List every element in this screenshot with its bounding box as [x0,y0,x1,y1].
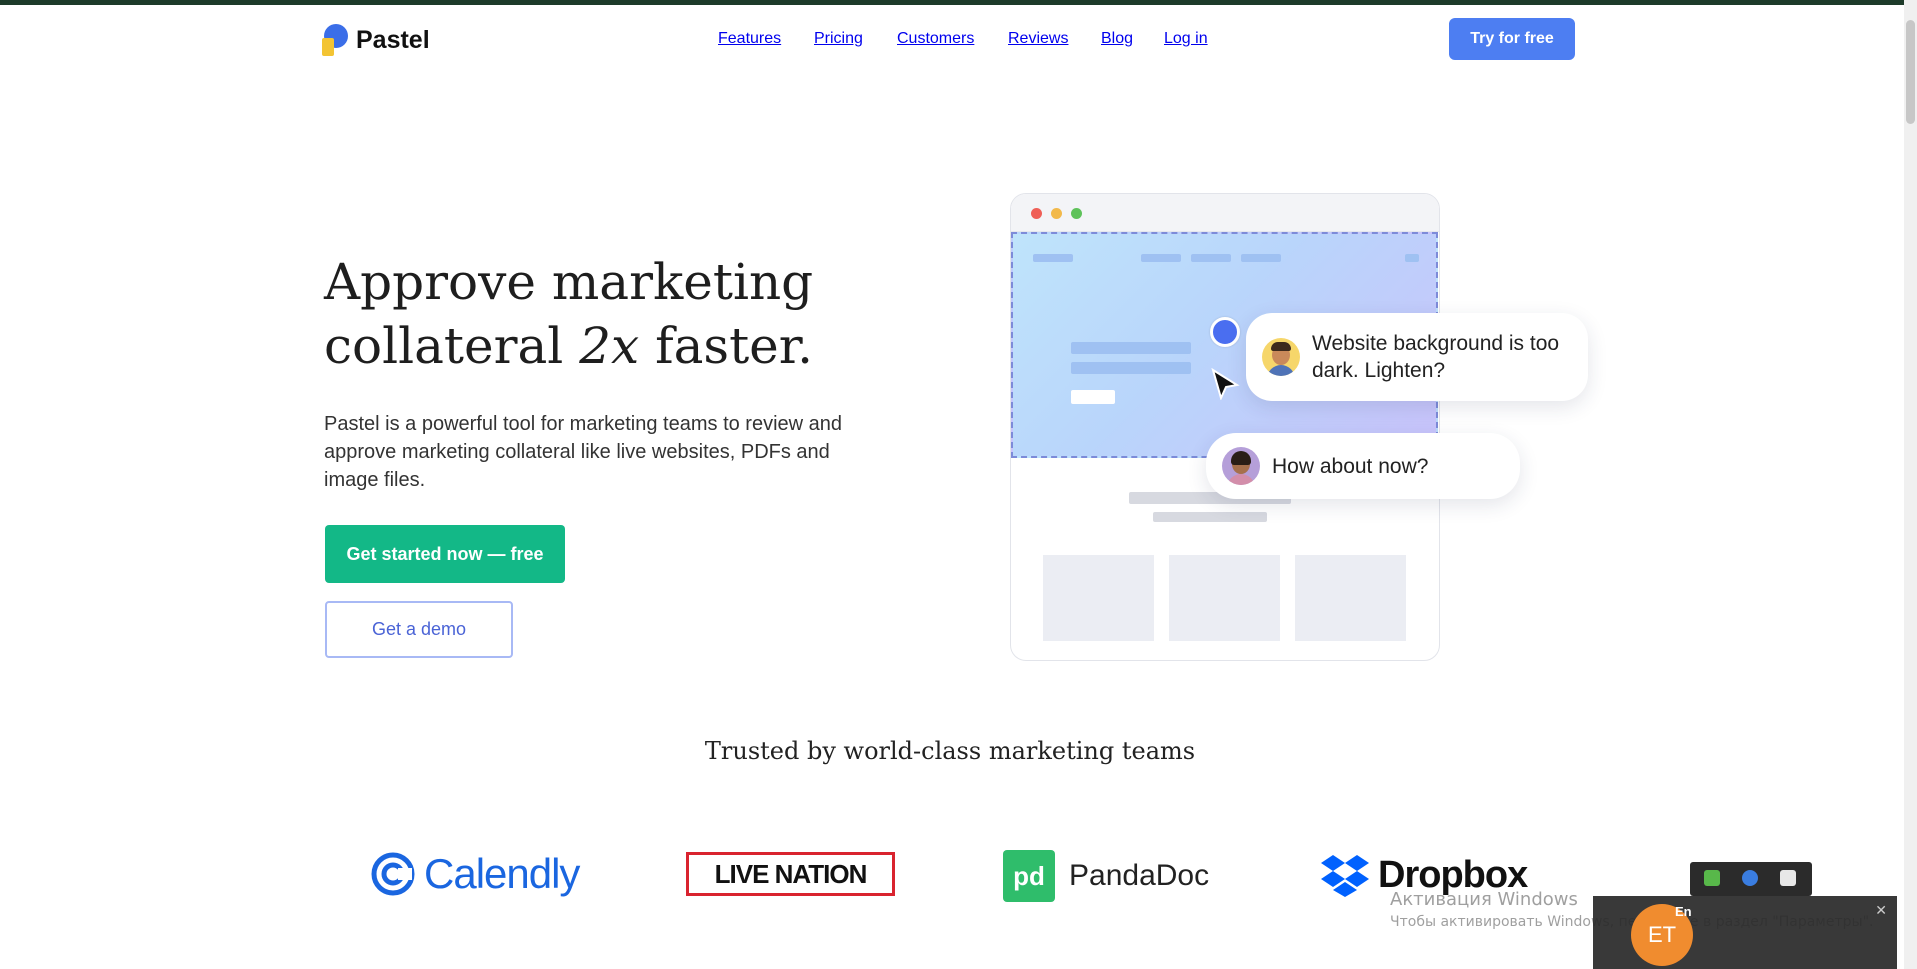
comment-reply-bubble: How about now? [1206,433,1520,499]
comment-bubble: Website background is too dark. Lighten? [1246,313,1588,401]
hero-title-line2-pre: collateral [324,317,580,375]
cursor-icon [1210,367,1240,405]
scrollbar[interactable] [1904,0,1917,969]
hero-title-emphasis: 2x [579,317,640,375]
trusted-heading: Trusted by world-class marketing teams [704,737,1196,765]
mockup-text-line [1153,512,1267,522]
hero-description: Pastel is a powerful tool for marketing … [324,413,843,491]
logo-text: Pastel [356,25,430,54]
top-border [0,0,1917,5]
pandadoc-text: PandaDoc [1069,859,1210,892]
close-icon[interactable]: ✕ [1875,902,1887,919]
nav-customers[interactable]: Customers [897,30,974,48]
mockup-card [1043,555,1154,641]
mockup-nav-item [1405,254,1419,262]
calendly-logo: Calendly [370,850,580,898]
nav-pricing[interactable]: Pricing [814,30,863,48]
pastel-logo-icon [322,24,348,56]
mockup-heading-line [1071,362,1191,374]
calendly-text: Calendly [424,850,580,897]
logo[interactable]: Pastel [322,24,430,56]
pandadoc-logo: pd PandaDoc [1003,850,1209,902]
mockup-nav-item [1191,254,1231,262]
nav-blog[interactable]: Blog [1101,30,1133,48]
maximize-dot-icon [1071,208,1082,219]
comment-pin-icon [1210,317,1240,347]
shield-icon[interactable] [1780,870,1796,886]
mockup-card [1295,555,1406,641]
livenation-logo: LIVE NATION [686,852,895,896]
try-for-free-button[interactable]: Try for free [1449,18,1575,60]
avatar [1222,447,1260,485]
browser-titlebar [1011,194,1439,232]
minimize-dot-icon [1051,208,1062,219]
notification-toast[interactable]: ET En ✕ [1593,896,1897,969]
hero-title: Approve marketing collateral 2x faster. [324,250,824,378]
get-demo-button[interactable]: Get a demo [325,601,513,658]
mockup-nav-item [1141,254,1181,262]
app-tray-icon[interactable] [1742,870,1758,886]
avatar [1262,338,1300,376]
mockup-nav-logo [1033,254,1073,262]
pandadoc-icon: pd [1003,850,1055,902]
mockup-heading-line [1071,342,1191,354]
get-started-button[interactable]: Get started now — free [325,525,565,583]
calendly-icon [371,852,415,896]
hero-title-line1: Approve marketing [324,253,814,311]
scrollbar-thumb[interactable] [1906,20,1915,124]
toast-title: En [1675,904,1692,919]
nvidia-icon[interactable] [1704,870,1720,886]
dropbox-icon [1321,855,1369,897]
close-dot-icon [1031,208,1042,219]
mockup-card [1169,555,1280,641]
browser-mockup [1010,193,1440,661]
hero-title-line2-post: faster. [639,317,814,375]
livenation-text: LIVE NATION [714,858,868,889]
nav-reviews[interactable]: Reviews [1008,30,1068,48]
comment-text: Website background is too dark. Lighten? [1312,332,1560,382]
tray-overflow-popup [1690,862,1812,896]
mockup-button [1071,390,1115,404]
comment-reply-text: How about now? [1272,454,1429,478]
mockup-nav-item [1241,254,1281,262]
nav-login[interactable]: Log in [1164,30,1208,48]
nav-features[interactable]: Features [718,30,781,48]
